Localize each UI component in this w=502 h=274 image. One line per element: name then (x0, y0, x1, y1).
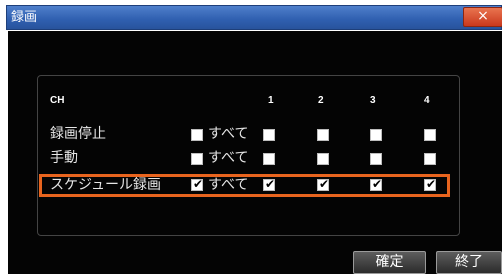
ch1-checkbox-stop-recording[interactable] (263, 129, 275, 141)
ch4-checkbox-manual[interactable] (424, 153, 436, 165)
all-checkbox-stop-recording[interactable] (191, 129, 203, 141)
ch3-checkbox-manual[interactable] (370, 153, 382, 165)
all-label-stop-recording: すべて (208, 126, 249, 142)
ch-header-label: CH (50, 95, 65, 106)
schedule-row-highlight (39, 174, 450, 197)
row-label-stop-recording: 録画停止 (50, 126, 106, 142)
ch2-checkbox-manual[interactable] (317, 153, 329, 165)
confirm-button[interactable]: 確定 (353, 251, 426, 274)
ch4-checkbox-stop-recording[interactable] (424, 129, 436, 141)
recording-dialog: 録画 × CH 1 2 3 4 録画停止 すべて 手動 すべて スケジュール録画… (0, 0, 502, 274)
channel-4-header: 4 (424, 95, 430, 106)
exit-button[interactable]: 終了 (436, 251, 502, 274)
channel-3-header: 3 (370, 95, 376, 106)
ch2-checkbox-stop-recording[interactable] (317, 129, 329, 141)
title-bar[interactable]: 録画 × (6, 5, 502, 30)
left-border (0, 0, 6, 274)
row-manual: 手動 すべて (50, 148, 470, 168)
row-stop-recording: 録画停止 すべて (50, 124, 470, 144)
all-label-manual: すべて (208, 150, 249, 166)
ch3-checkbox-stop-recording[interactable] (370, 129, 382, 141)
window-title: 録画 (11, 10, 38, 25)
channel-2-header: 2 (318, 95, 324, 106)
close-icon: × (477, 8, 489, 24)
close-button[interactable]: × (463, 7, 502, 27)
channel-1-header: 1 (268, 95, 274, 106)
all-checkbox-manual[interactable] (191, 153, 203, 165)
ch1-checkbox-manual[interactable] (263, 153, 275, 165)
channel-header: CH 1 2 3 4 (50, 95, 450, 113)
row-label-manual: 手動 (50, 150, 78, 166)
